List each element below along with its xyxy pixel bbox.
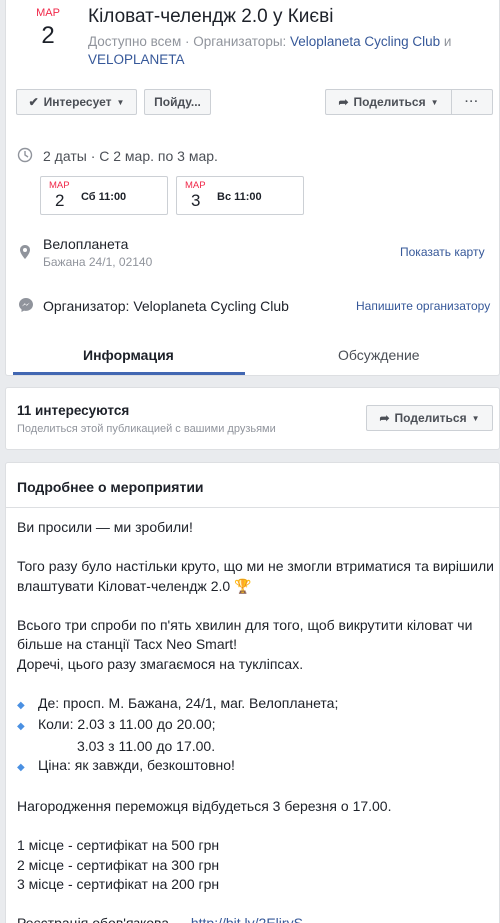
date-option-month: МАР [49,180,70,191]
details-line: Всього три спроби по п'ять хвилин для то… [17,616,473,653]
location-name: Велопланета [43,236,129,252]
date-option-day: 3 [191,191,201,210]
chevron-down-icon: ▼ [471,413,480,423]
event-visibility: Доступно всем [88,34,182,49]
bullet-text: Ціна: як завжди, безкоштовно! [38,757,235,773]
interest-count[interactable]: 11 интересуются [17,402,129,420]
details-prizes: 1 місце - сертифікат на 500 грн 2 місце … [17,836,495,895]
event-date-badge: МАР 2 [28,7,68,49]
details-paragraph: Того разу було настільки круто, що ми не… [17,557,495,596]
date-option-time: Сб 11:00 [81,191,127,203]
event-month: МАР [36,7,60,19]
organizers-and: и [440,34,452,49]
details-body: Ви просили — ми зробили! Того разу було … [17,518,495,923]
prize-line: 3 місце - сертифікат на 200 грн [17,876,220,892]
active-tab-indicator [13,372,245,375]
location-address: Бажана 24/1, 02140 [43,255,153,269]
share-post-label: Поделиться [394,411,467,425]
event-title: Кіловат-челендж 2.0 у Києві [88,6,334,27]
show-map-link[interactable]: Показать карту [400,245,485,259]
checkmark-icon: ✔ [28,95,39,109]
organizer-link-2[interactable]: VELOPLANETA [88,52,185,67]
organizers-label: Организаторы: [193,34,291,49]
details-paragraph: Реєстрація обов'язкова — http://bit.ly/2… [17,914,495,923]
blue-diamond-icon: ◆ [17,721,25,732]
details-text: Того разу було настільки круто, що ми не… [17,558,494,594]
date-option-month: МАР [185,180,206,191]
details-line: Доречі, цього разу змагаємося на тукліпс… [17,655,304,672]
going-label: Пойду... [154,95,201,109]
bullet-text: Де: просп. М. Бажана, 24/1, маг. Велопла… [38,694,339,711]
details-paragraph: Всього три спроби по п'ять хвилин для то… [17,616,495,675]
bullet-item: ◆ Де: просп. М. Бажана, 24/1, маг. Велопл… [17,694,495,716]
share-arrow-icon: ➦ [379,411,390,425]
blue-diamond-icon: ◆ [17,699,25,711]
prize-line: 2 місце - сертифікат на 300 грн [17,856,220,873]
bullet-item: ◆ Ціна: як завжди, безкоштовно! [17,756,495,778]
blue-diamond-icon: ◆ [17,762,25,773]
share-label: Поделиться [353,95,426,109]
date-option-day: 2 [55,191,65,210]
going-button[interactable]: Пойду... [144,89,211,115]
date-option-2[interactable]: МАР 3 Вс 11:00 [176,176,304,215]
organizer-link-1[interactable]: Veloplaneta Cycling Club [290,34,440,49]
details-paragraph: Ви просили — ми зробили! [17,519,193,535]
prize-line: 1 місце - сертифікат на 500 грн [17,837,220,853]
message-organizer-link[interactable]: Напишите организатору [356,299,490,313]
tab-discussion[interactable]: Обсуждение [338,346,420,364]
bullet-text: Коли: 2.03 з 11.00 до 20.00; [38,716,216,732]
tab-information[interactable]: Информация [83,346,174,364]
event-meta: Доступно всем · Организаторы: Veloplanet… [88,33,488,69]
interested-label: Интересует [43,95,112,109]
registration-text: Реєстрація обов'язкова — [17,915,191,923]
event-day: 2 [41,22,55,49]
interest-subtext: Поделиться этой публикацией с вашими дру… [17,423,276,435]
details-heading: Подробнее о мероприятии [17,479,204,495]
chevron-down-icon: ▼ [116,97,125,107]
more-options-button[interactable]: ··· [451,89,493,115]
organizer-text: Организатор: Veloplaneta Cycling Club [43,298,289,314]
bullet-continuation: 3.03 з 11.00 до 17.00. [77,737,216,754]
details-paragraph: Нагородження переможця відбудеться 3 бер… [17,798,392,814]
clock-icon [17,147,33,163]
registration-link[interactable]: http://bit.ly/2EljryS [191,915,303,923]
meta-separator: · [181,34,194,49]
messenger-icon [19,298,33,312]
interested-button[interactable]: ✔ Интересует ▼ [16,89,137,115]
date-option-time: Вс 11:00 [217,191,262,203]
bullet-item: ◆ Коли: 2.03 з 11.00 до 20.00; [17,715,495,737]
location-pin-icon [20,245,30,259]
trophy-icon: 🏆 [234,577,252,594]
chevron-down-icon: ▼ [430,97,439,107]
details-bullets: ◆ Де: просп. М. Бажана, 24/1, маг. Велопл… [17,694,495,778]
share-arrow-icon: ➦ [338,95,349,109]
date-option-1[interactable]: МАР 2 Сб 11:00 [40,176,168,215]
dates-summary: 2 даты · С 2 мар. по 3 мар. [43,148,218,164]
share-post-button[interactable]: ➦ Поделиться ▼ [366,405,493,431]
divider [5,507,500,508]
more-icon: ··· [465,96,479,108]
share-button[interactable]: ➦ Поделиться ▼ [325,89,452,115]
